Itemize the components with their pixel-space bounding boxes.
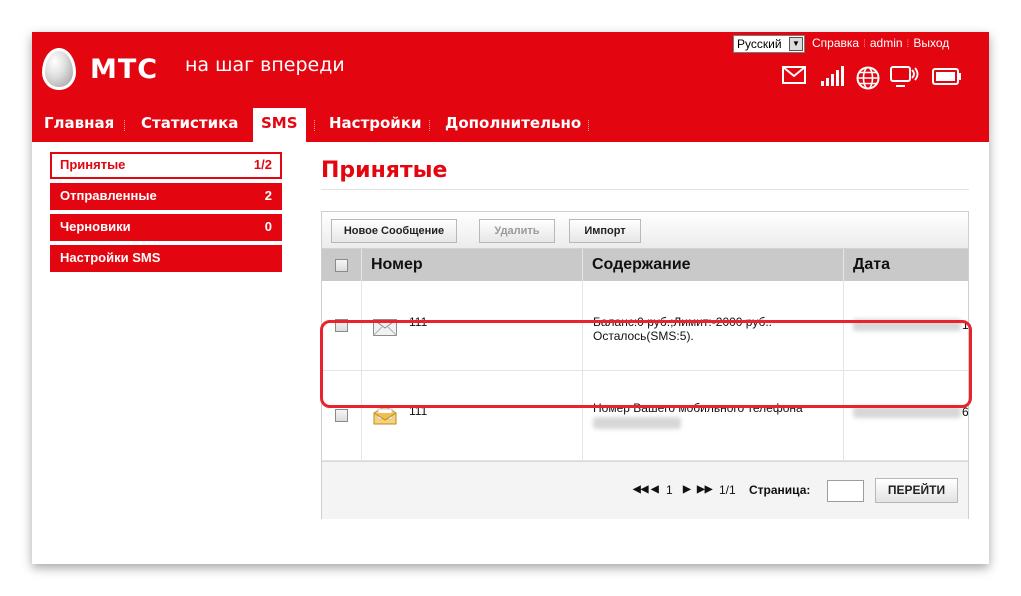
top-links: Справка ⁞ admin ⁞ Выход [812,36,949,50]
divider [843,281,844,371]
toolbar: Новое Сообщение Удалить Импорт [322,212,968,249]
help-link[interactable]: Справка [812,36,859,50]
logout-link[interactable]: Выход [913,36,949,50]
nav-item-sms[interactable]: SMS [253,108,306,142]
sidebar-item-label: Принятые [60,157,126,172]
divider [843,371,844,461]
table-row[interactable]: 111 Баланс:0 руб.;Лимит:-2000 руб.. Оста… [322,281,969,371]
divider [361,281,362,371]
column-header-number[interactable]: Номер [361,249,582,281]
sidebar-item-label: Черновики [60,219,131,234]
redacted-date [853,319,961,331]
prev-page-icon[interactable]: ◀ [651,484,659,495]
slogan: на шаг впереди [185,54,345,76]
user-link[interactable]: admin [870,36,903,50]
page-count: 1/1 [719,483,736,497]
envelope-unread-icon [373,405,397,425]
brand-logo-text: МТС [90,54,159,85]
nav-divider [429,120,430,131]
last-page-icon[interactable]: ▶▶ [697,484,712,495]
nav-item-advanced[interactable]: Дополнительно [445,108,581,142]
divider [582,371,583,461]
delete-button[interactable]: Удалить [479,219,555,243]
sms-sidebar: Принятые 1/2 Отправленные 2 Черновики 0 … [50,152,282,276]
sidebar-item-count: 0 [264,219,272,234]
nav-divider [588,120,589,131]
sidebar-item-sms-settings[interactable]: Настройки SMS [50,245,282,272]
table-header: Номер Содержание Дата [322,249,968,281]
mail-icon[interactable] [782,66,806,89]
new-message-button[interactable]: Новое Сообщение [331,219,457,243]
column-header-content[interactable]: Содержание [582,249,843,281]
mts-egg-logo-icon [42,48,76,90]
sidebar-item-label: Настройки SMS [60,250,161,265]
page-number-input[interactable] [827,480,864,502]
page-label: Страница: [749,483,811,497]
monitor-wifi-icon [890,66,920,93]
page-title: Принятые [321,158,448,183]
chevron-down-icon: ▼ [789,37,803,51]
redacted-phone-number [593,417,681,429]
language-select[interactable]: Русский ▼ [733,35,805,53]
sidebar-item-inbox[interactable]: Принятые 1/2 [50,152,282,179]
row-number: 111 [409,315,428,329]
redacted-date [853,406,961,418]
divider [361,371,362,461]
nav-item-settings[interactable]: Настройки [329,108,422,142]
row-content-line2: Осталось(SMS:5). [593,329,694,343]
divider: ⁞ [863,39,866,50]
nav-divider [314,120,315,131]
sidebar-item-label: Отправленные [60,188,157,203]
row-content-line1: Номер Вашего мобильного телефона [593,401,803,415]
column-header-date[interactable]: Дата [843,249,968,281]
globe-icon [856,66,880,95]
nav-divider [124,120,125,131]
divider [321,189,969,190]
row-date-tail: 6 [962,405,969,419]
messages-panel: Новое Сообщение Удалить Импорт Номер Сод… [321,211,969,519]
signal-icon [820,66,846,91]
first-page-icon[interactable]: ◀◀ [633,484,648,495]
import-button[interactable]: Импорт [569,219,641,243]
language-selected-value: Русский [737,37,782,51]
go-button[interactable]: ПЕРЕЙТИ [875,478,958,503]
table-row[interactable]: 111 Номер Вашего мобильного телефона 6 [322,371,969,461]
row-date-tail: 1 [962,318,969,332]
divider: ⁞ [906,39,910,50]
battery-icon [932,68,962,91]
row-content-line1: Баланс:0 руб.;Лимит:-2000 руб.. [593,315,773,329]
row-checkbox[interactable] [335,409,348,422]
main-nav: Главная Статистика SMS Настройки Дополни… [32,108,989,142]
sidebar-item-drafts[interactable]: Черновики 0 [50,214,282,241]
envelope-read-icon [373,319,397,336]
nav-item-statistics[interactable]: Статистика [141,108,238,142]
router-web-ui: МТС на шаг впереди Русский ▼ Справка ⁞ adm… [32,32,989,564]
divider [582,281,583,371]
row-number: 111 [409,404,428,418]
select-all-checkbox[interactable] [335,259,348,272]
current-page-number[interactable]: 1 [666,483,673,497]
pagination-bar: ◀◀ ◀ 1 ▶ ▶▶ 1/1 Страница: ПЕРЕЙТИ [322,461,968,519]
sidebar-item-count: 2 [264,188,272,203]
header: МТС на шаг впереди Русский ▼ Справка ⁞ adm… [32,32,989,142]
nav-item-home[interactable]: Главная [44,108,114,142]
sidebar-item-count: 1/2 [253,157,272,172]
sidebar-item-sent[interactable]: Отправленные 2 [50,183,282,210]
row-checkbox[interactable] [335,319,348,332]
next-page-icon[interactable]: ▶ [683,484,691,495]
